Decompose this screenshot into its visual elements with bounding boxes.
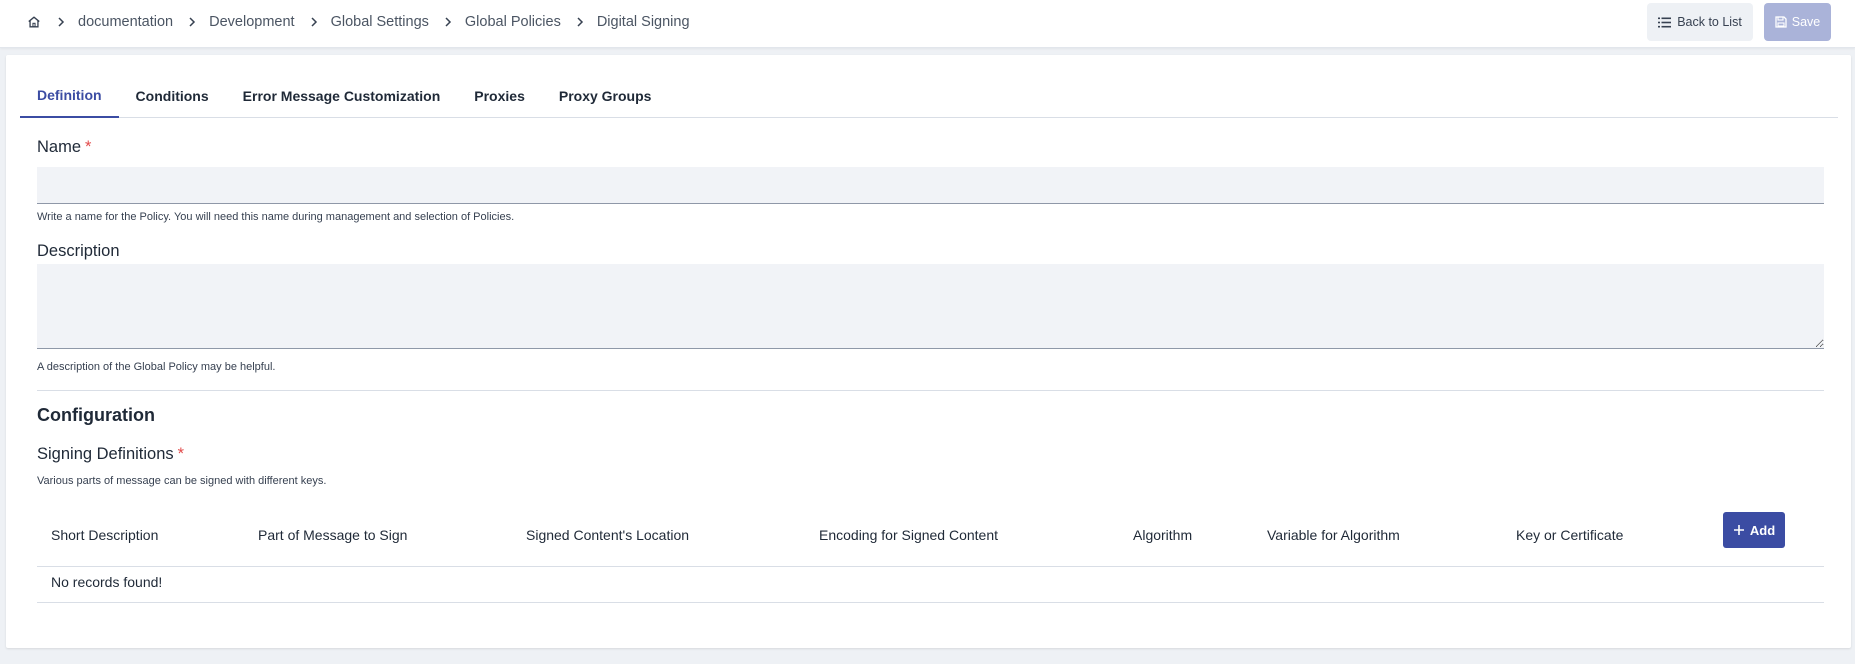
add-label: Add [1749, 522, 1776, 538]
chevron-right-icon [187, 16, 197, 27]
name-field-label: Name * [37, 138, 91, 157]
tab-definition[interactable]: Definition [20, 73, 119, 118]
table-empty-row: No records found! [37, 561, 1824, 603]
top-bar: documentation Development Global Setting… [0, 0, 1855, 48]
breadcrumb-item-global-policies[interactable]: Global Policies [465, 14, 561, 30]
required-marker: * [85, 138, 92, 156]
column-header-key-or-certificate: Key or Certificate [1516, 527, 1624, 543]
column-header-signed-content-location: Signed Content's Location [526, 527, 690, 543]
breadcrumb: documentation Development Global Setting… [26, 0, 690, 43]
tab-bar: Definition Conditions Error Message Cust… [20, 73, 1838, 118]
signing-definitions-label: Signing Definitions * [37, 445, 184, 464]
name-label-text: Name [37, 138, 82, 156]
description-textarea[interactable] [37, 264, 1824, 349]
column-header-algorithm: Algorithm [1133, 527, 1193, 543]
list-icon [1658, 17, 1672, 27]
add-signing-definition-button[interactable]: Add [1723, 512, 1785, 548]
name-input[interactable] [37, 167, 1824, 204]
chevron-right-icon [575, 16, 585, 27]
floppy-disk-icon [1775, 16, 1787, 28]
breadcrumb-item-documentation[interactable]: documentation [78, 14, 173, 30]
breadcrumb-item-global-settings[interactable]: Global Settings [331, 14, 429, 30]
tab-conditions[interactable]: Conditions [119, 73, 226, 118]
section-divider [37, 390, 1824, 391]
column-header-encoding: Encoding for Signed Content [819, 527, 999, 543]
column-header-variable-for-algorithm: Variable for Algorithm [1267, 527, 1400, 543]
description-label-text: Description [37, 242, 120, 260]
signing-definitions-label-text: Signing Definitions [37, 445, 174, 463]
chevron-right-icon [56, 16, 66, 27]
name-help-text: Write a name for the Policy. You will ne… [37, 211, 515, 223]
column-header-short-description: Short Description [51, 527, 159, 543]
column-header-part-of-message: Part of Message to Sign [258, 527, 408, 543]
breadcrumb-item-current: Digital Signing [596, 13, 690, 30]
empty-state-text: No records found! [51, 574, 163, 590]
tab-proxy-groups[interactable]: Proxy Groups [542, 73, 669, 118]
signing-definitions-help-text: Various parts of message can be signed w… [37, 475, 327, 487]
tab-error-message-customization[interactable]: Error Message Customization [226, 73, 458, 118]
description-field-label: Description [37, 242, 120, 261]
plus-icon [1733, 525, 1744, 535]
save-button[interactable]: Save [1764, 3, 1831, 41]
back-to-list-label: Back to List [1677, 15, 1742, 29]
chevron-right-icon [309, 16, 319, 27]
configuration-heading: Configuration [37, 405, 155, 425]
chevron-right-icon [443, 16, 453, 27]
required-marker: * [177, 445, 185, 463]
breadcrumb-item-development[interactable]: Development [209, 14, 294, 30]
home-icon[interactable] [26, 14, 42, 30]
tab-proxies[interactable]: Proxies [457, 73, 542, 118]
back-to-list-button[interactable]: Back to List [1647, 3, 1753, 41]
save-label: Save [1791, 15, 1821, 29]
description-help-text: A description of the Global Policy may b… [37, 361, 276, 373]
table-header-row: Short Description Part of Message to Sig… [37, 503, 1824, 567]
